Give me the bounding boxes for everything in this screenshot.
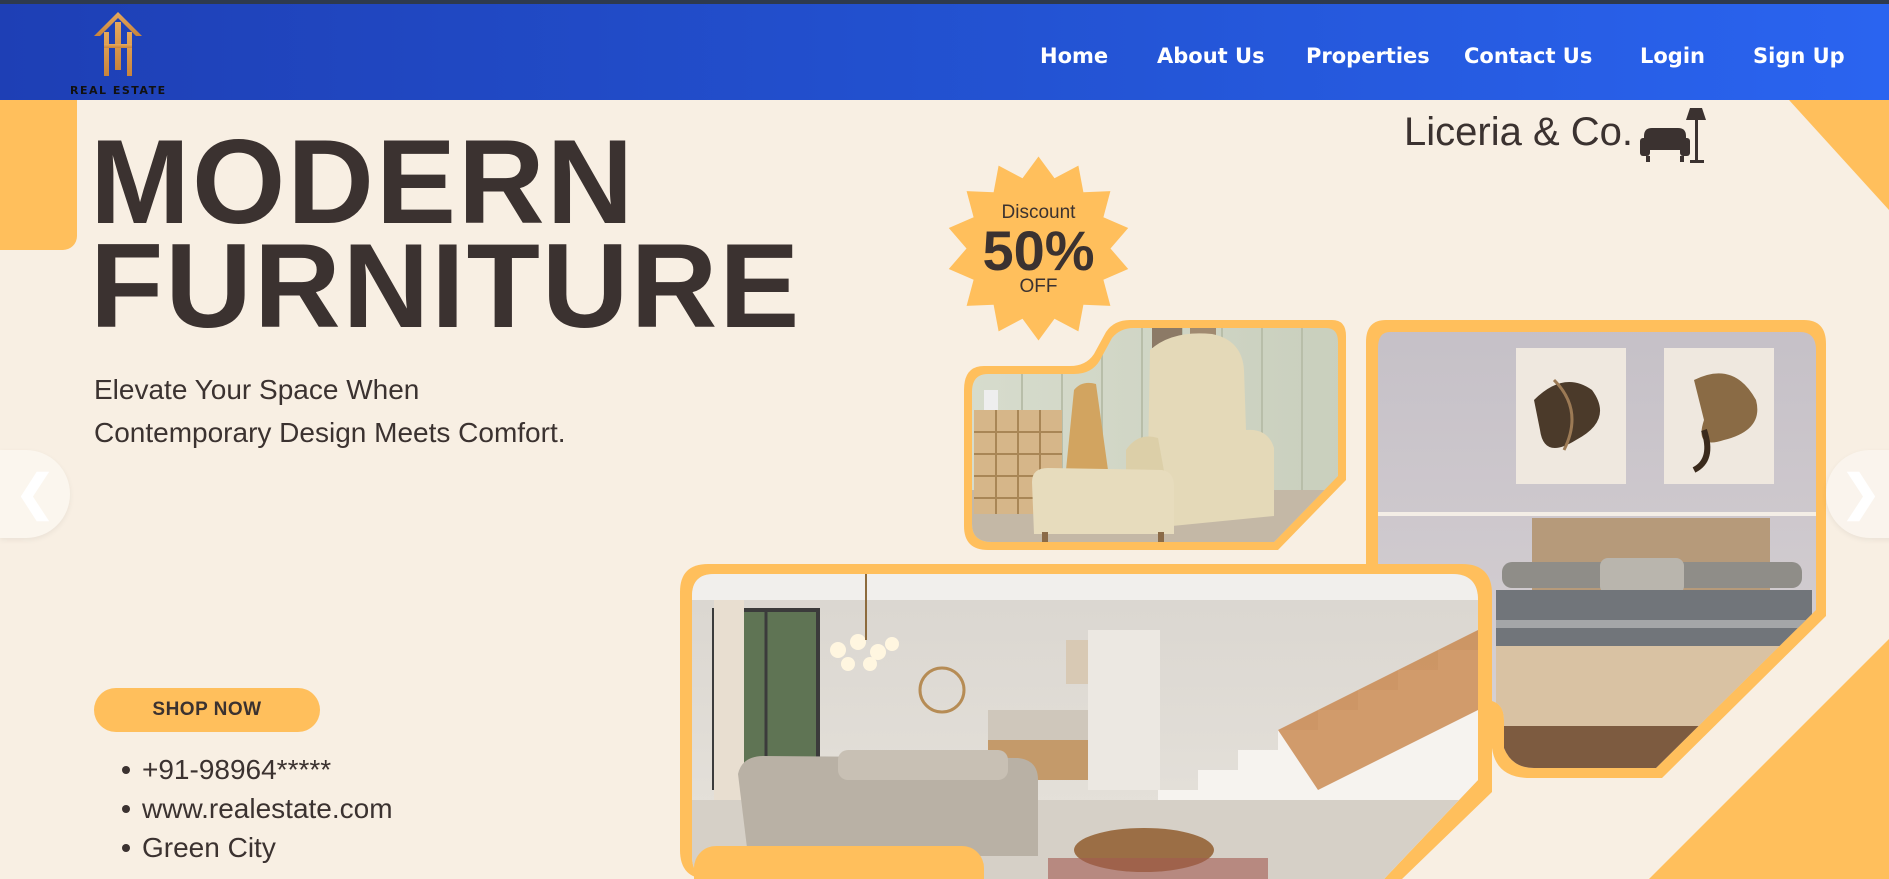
top-navbar: REAL ESTATE Home About Us Properties Con… [0, 0, 1889, 100]
nav-sign-up[interactable]: Sign Up [1753, 44, 1845, 68]
carousel-next-button[interactable]: ❯ [1826, 450, 1889, 538]
nav-menu: Home About Us Properties Contact Us Logi… [0, 44, 1889, 74]
nav-contact-us[interactable]: Contact Us [1464, 44, 1592, 68]
decor-block-top-left [0, 100, 77, 250]
brand-name: Liceria & Co. [1404, 110, 1633, 154]
nav-properties[interactable]: Properties [1306, 44, 1430, 68]
nav-login[interactable]: Login [1640, 44, 1705, 68]
contact-phone: +91-98964***** [120, 750, 393, 789]
living-room-photo [680, 564, 1492, 879]
discount-badge: Discount 50% OFF [946, 156, 1131, 341]
decor-triangle-top-right [1789, 100, 1889, 210]
armchair-photo [964, 320, 1346, 550]
contact-website: www.realestate.com [120, 789, 393, 828]
discount-suffix: OFF [1019, 276, 1058, 297]
carousel-prev-button[interactable]: ❮ [0, 450, 70, 538]
nav-about-us[interactable]: About Us [1157, 44, 1265, 68]
contact-list: +91-98964***** www.realestate.com Green … [120, 750, 393, 867]
nav-home[interactable]: Home [1040, 44, 1108, 68]
hero-subtitle: Elevate Your Space When Contemporary Des… [94, 368, 566, 454]
hero-title: MODERN FURNITURE [90, 122, 802, 353]
decor-block-bottom [694, 846, 984, 879]
hero-subtitle-line-1: Elevate Your Space When [94, 374, 420, 405]
armchair-lamp-icon [1640, 108, 1706, 163]
shop-now-button[interactable]: SHOP NOW [94, 688, 320, 732]
logo-text: REAL ESTATE [70, 84, 167, 97]
hero-subtitle-line-2: Contemporary Design Meets Comfort. [94, 417, 566, 448]
contact-location: Green City [120, 828, 393, 867]
discount-value: 50% [982, 219, 1095, 282]
hero-title-line-2: FURNITURE [90, 219, 802, 353]
